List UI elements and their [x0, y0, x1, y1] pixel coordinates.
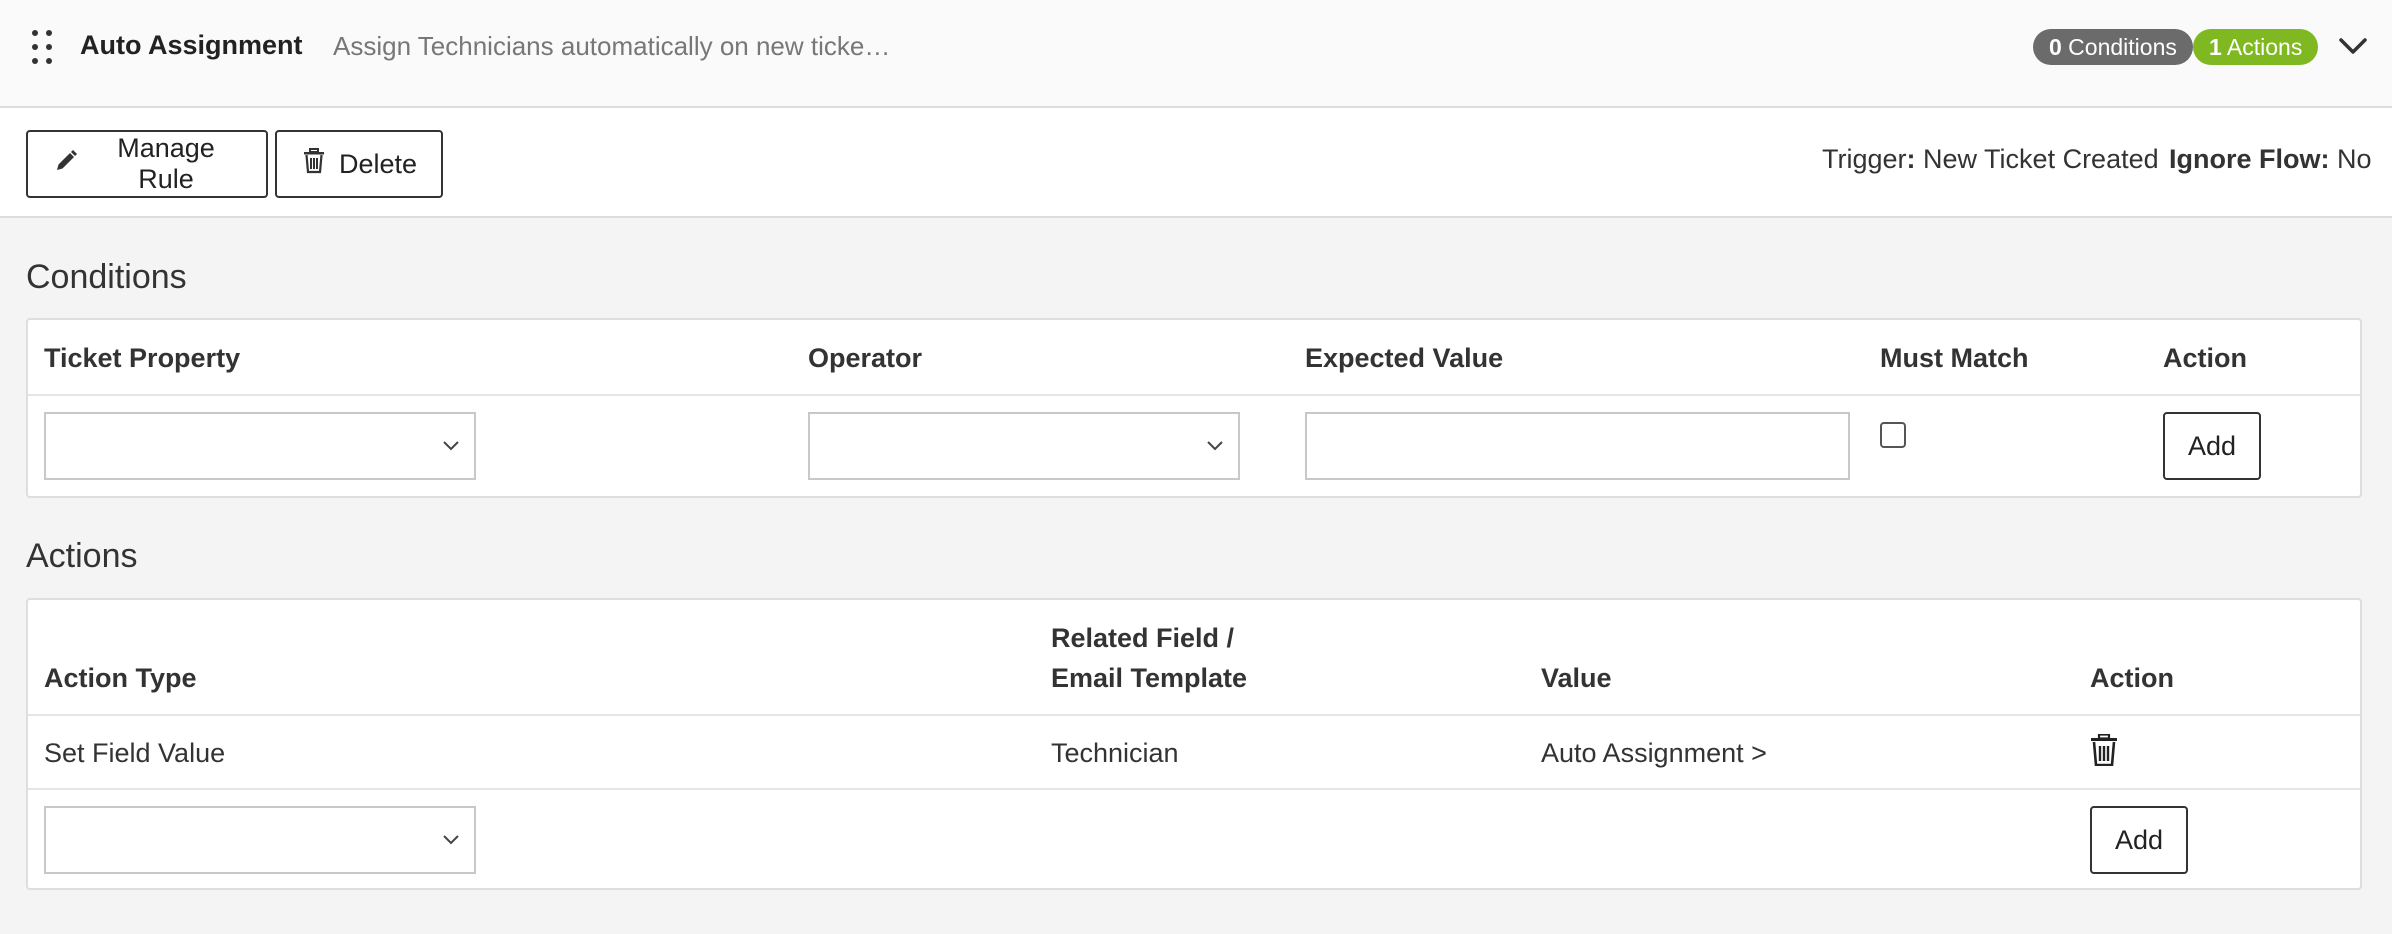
conditions-count-label: Conditions [2061, 34, 2177, 60]
column-expected-value: Expected Value [1305, 343, 1504, 373]
pencil-icon [54, 149, 78, 180]
column-operator: Operator [808, 343, 923, 373]
chevron-down-icon [1207, 441, 1223, 451]
expected-value-input[interactable] [1305, 412, 1850, 480]
must-match-checkbox[interactable] [1880, 422, 1906, 448]
trash-icon [303, 147, 325, 181]
column-related-field-line2: Email Template [1051, 663, 1248, 693]
trigger-info: Trigger: New Ticket Created [1822, 144, 2159, 175]
column-action: Action [2163, 343, 2247, 373]
delete-rule-label: Delete [339, 148, 418, 179]
header-divider [28, 714, 2360, 716]
action-type-select[interactable] [44, 806, 476, 874]
ignore-flow-label: Ignore Flow: [2169, 144, 2330, 174]
operator-select[interactable] [808, 412, 1240, 480]
conditions-table: Ticket Property Operator Expected Value … [26, 318, 2362, 498]
row-divider [28, 788, 2360, 790]
rule-header[interactable]: Auto Assignment Assign Technicians autom… [0, 0, 2392, 108]
chevron-down-icon [443, 441, 459, 451]
actions-title: Actions [26, 537, 138, 575]
rule-description: Assign Technicians automatically on new … [333, 31, 891, 61]
ignore-flow-info: Ignore Flow: No [2169, 144, 2372, 175]
related-field-cell: Technician [1051, 738, 1179, 768]
ticket-property-select[interactable] [44, 412, 476, 480]
trigger-value: New Ticket Created [1915, 144, 2159, 174]
column-value: Value [1541, 663, 1612, 693]
action-type-cell: Set Field Value [44, 738, 226, 768]
chevron-down-icon [443, 835, 459, 845]
conditions-count-badge: 0 Conditions [2033, 29, 2193, 65]
rule-name: Auto Assignment [80, 30, 303, 60]
column-action-type: Action Type [44, 663, 197, 693]
column-ticket-property: Ticket Property [44, 343, 241, 373]
delete-rule-button[interactable]: Delete [275, 130, 443, 198]
chevron-down-icon[interactable] [2335, 30, 2371, 62]
manage-rule-label: Manage Rule [117, 133, 215, 194]
add-action-button[interactable]: Add [2090, 806, 2188, 874]
column-must-match: Must Match [1880, 343, 2029, 373]
actions-count: 1 [2209, 34, 2222, 60]
column-related-field-line1: Related Field / [1051, 623, 1235, 653]
column-action: Action [2090, 663, 2174, 693]
trigger-label: Trigger [1822, 144, 1907, 174]
actions-table: Action Type Related Field / Email Templa… [26, 598, 2362, 890]
actions-count-label: Actions [2221, 34, 2303, 60]
rule-toolbar: Manage Rule Delete Trigger: New Ticket C… [0, 108, 2392, 218]
trash-icon[interactable] [2090, 733, 2118, 767]
add-condition-button[interactable]: Add [2163, 412, 2261, 480]
drag-handle-icon[interactable] [30, 30, 56, 64]
trigger-colon: : [1906, 144, 1916, 174]
actions-count-badge: 1 Actions [2193, 29, 2319, 65]
manage-rule-button[interactable]: Manage Rule [26, 130, 268, 198]
header-divider [28, 394, 2360, 396]
ignore-flow-value: No [2329, 144, 2372, 174]
conditions-title: Conditions [26, 258, 187, 296]
conditions-count: 0 [2049, 34, 2062, 60]
value-cell: Auto Assignment > [1541, 738, 1767, 768]
